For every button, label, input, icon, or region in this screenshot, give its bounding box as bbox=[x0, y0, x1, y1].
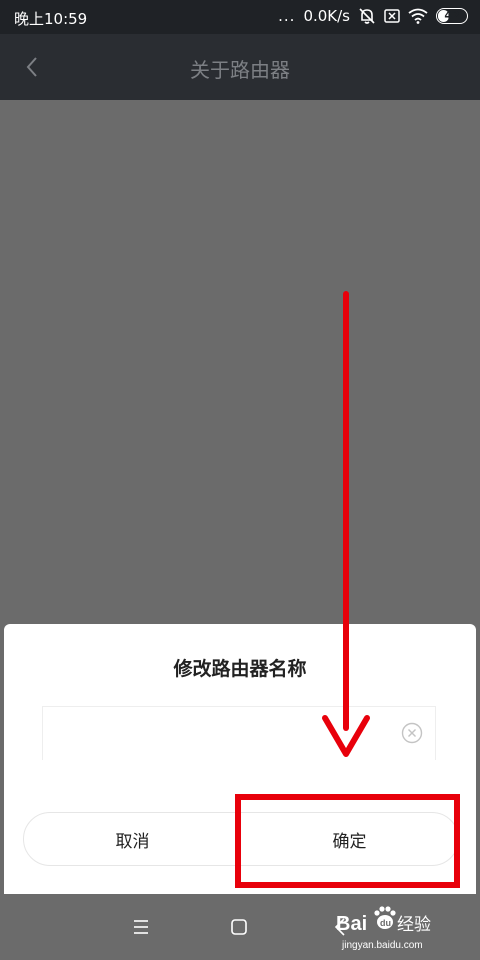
watermark-url: jingyan.baidu.com bbox=[341, 940, 423, 951]
dialog-button-row: 取消 确定 bbox=[23, 812, 459, 866]
menu-icon[interactable] bbox=[131, 917, 151, 937]
watermark-suffix: 经验 bbox=[397, 915, 431, 935]
router-name-field[interactable] bbox=[42, 706, 436, 760]
navigation-bar: Bai du 经验 jingyan.baidu.com bbox=[0, 894, 480, 960]
rename-dialog: 修改路由器名称 取消 确定 bbox=[4, 624, 476, 894]
watermark-brand: Bai bbox=[336, 913, 367, 935]
status-dots: ... bbox=[278, 7, 296, 25]
battery-indicator: 42 bbox=[436, 8, 468, 24]
wifi-icon bbox=[408, 8, 428, 24]
baidu-jingyan-watermark: Bai du 经验 jingyan.baidu.com bbox=[336, 906, 431, 951]
bell-off-icon bbox=[359, 8, 375, 24]
cancel-button[interactable]: 取消 bbox=[24, 813, 241, 865]
circle-x-icon[interactable] bbox=[401, 722, 423, 744]
status-bar: 晚上10:59 ... 0.0K/s 42 bbox=[0, 0, 480, 34]
router-name-input[interactable] bbox=[53, 717, 387, 753]
paw-icon: du bbox=[374, 906, 396, 929]
svg-text:du: du bbox=[380, 918, 391, 928]
status-icons: ... 0.0K/s 42 bbox=[278, 7, 468, 25]
square-icon[interactable] bbox=[229, 917, 249, 937]
title-bar: 关于路由器 bbox=[0, 34, 480, 100]
status-time: 晚上10:59 bbox=[14, 10, 88, 28]
sim-x-icon bbox=[384, 9, 400, 23]
dialog-title: 修改路由器名称 bbox=[173, 658, 307, 680]
network-speed: 0.0K/s bbox=[303, 7, 350, 25]
confirm-button[interactable]: 确定 bbox=[241, 813, 458, 865]
battery-level: 42 bbox=[444, 9, 460, 22]
page-title: 关于路由器 bbox=[190, 58, 290, 82]
